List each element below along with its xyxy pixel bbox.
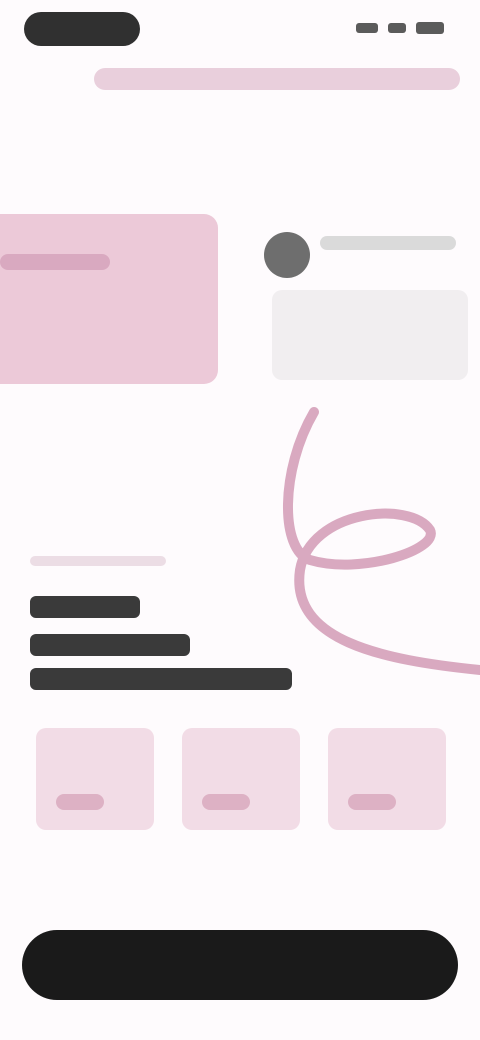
profile-name (320, 236, 456, 250)
headline-line-3 (30, 668, 292, 690)
option-tile-2-label (202, 794, 250, 810)
headline-line-1 (30, 596, 140, 618)
status-bar (0, 0, 480, 60)
signal-icon (356, 23, 378, 33)
wifi-icon (388, 23, 406, 33)
decorative-squiggle (283, 407, 480, 675)
option-tile-2[interactable] (182, 728, 300, 830)
status-icons (356, 22, 444, 34)
option-tile-3-label (348, 794, 396, 810)
option-tile-1[interactable] (36, 728, 154, 830)
headline-line-2 (30, 634, 190, 656)
status-pill (24, 12, 140, 46)
header-bar[interactable] (94, 68, 460, 90)
primary-action-button[interactable] (22, 930, 458, 1000)
battery-icon (416, 22, 444, 34)
profile-description (272, 290, 468, 380)
avatar[interactable] (264, 232, 310, 278)
featured-card-text (0, 254, 110, 270)
subheading (30, 556, 166, 566)
option-tile-1-label (56, 794, 104, 810)
option-tiles (36, 728, 450, 830)
squiggle-line (283, 407, 480, 675)
featured-card[interactable] (0, 214, 218, 384)
option-tile-3[interactable] (328, 728, 446, 830)
